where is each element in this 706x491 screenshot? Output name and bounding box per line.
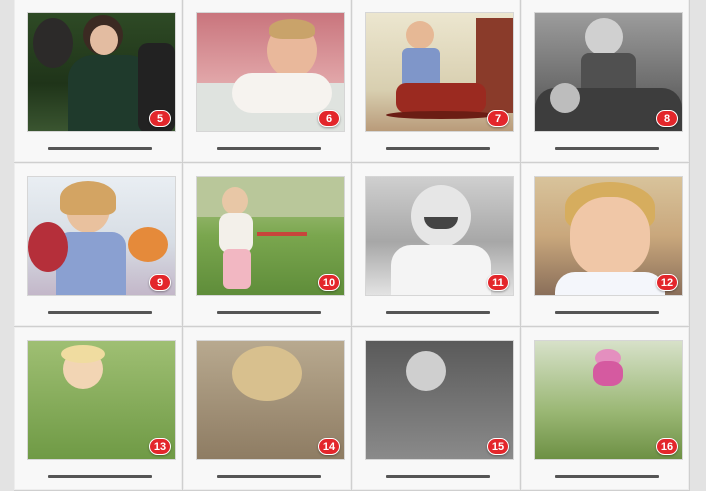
photo-shape	[28, 222, 68, 272]
photo-shape	[593, 361, 623, 386]
caption-line	[48, 311, 152, 314]
photo-shape	[128, 227, 168, 262]
photo-shape	[33, 18, 73, 68]
gallery-card[interactable]: 8	[521, 0, 690, 163]
gallery-card[interactable]: 11	[352, 163, 521, 327]
photo-shape	[60, 181, 116, 215]
photo-thumbnail[interactable]: 7	[365, 12, 514, 132]
photo-number-badge: 15	[487, 438, 509, 455]
photo-shape	[555, 272, 665, 295]
photo-thumbnail[interactable]: 6	[196, 12, 345, 132]
gallery-card[interactable]: 12	[521, 163, 690, 327]
caption-line	[48, 147, 152, 150]
caption-line	[386, 147, 490, 150]
photo-thumbnail[interactable]: 8	[534, 12, 683, 132]
caption-line	[217, 311, 321, 314]
gallery-card[interactable]: 16	[521, 327, 690, 491]
photo-shape	[406, 351, 446, 391]
gallery-card[interactable]: 14	[183, 327, 352, 491]
photo-shape	[402, 48, 440, 88]
photo-shape	[386, 111, 496, 119]
photo-number-badge: 10	[318, 274, 340, 291]
photo-thumbnail[interactable]: 9	[27, 176, 176, 296]
photo-shape	[396, 83, 486, 113]
gallery-card[interactable]: 5	[14, 0, 183, 163]
photo-thumbnail[interactable]: 16	[534, 340, 683, 460]
photo-shape	[411, 185, 471, 247]
photo-number-badge: 6	[318, 110, 340, 127]
photo-shape	[570, 197, 650, 277]
photo-thumbnail[interactable]: 10	[196, 176, 345, 296]
gallery-card[interactable]: 9	[14, 163, 183, 327]
photo-shape	[269, 19, 315, 39]
gallery-card[interactable]: 13	[14, 327, 183, 491]
photo-thumbnail[interactable]: 5	[27, 12, 176, 132]
caption-line	[555, 147, 659, 150]
photo-number-badge: 16	[656, 438, 678, 455]
photo-number-badge: 5	[149, 110, 171, 127]
photo-shape	[219, 213, 253, 253]
photo-shape	[197, 177, 344, 217]
photo-number-badge: 9	[149, 274, 171, 291]
photo-number-badge: 14	[318, 438, 340, 455]
photo-number-badge: 13	[149, 438, 171, 455]
photo-shape	[391, 245, 491, 295]
photo-shape	[232, 73, 332, 113]
photo-thumbnail[interactable]: 14	[196, 340, 345, 460]
gallery-card[interactable]: 6	[183, 0, 352, 163]
photo-shape	[406, 21, 434, 49]
caption-line	[48, 475, 152, 478]
photo-shape	[257, 232, 307, 236]
caption-line	[386, 475, 490, 478]
photo-thumbnail[interactable]: 15	[365, 340, 514, 460]
photo-shape	[222, 187, 248, 215]
photo-shape	[223, 249, 251, 289]
caption-line	[217, 147, 321, 150]
gallery-card[interactable]: 10	[183, 163, 352, 327]
photo-thumbnail[interactable]: 13	[27, 340, 176, 460]
photo-number-badge: 12	[656, 274, 678, 291]
photo-number-badge: 7	[487, 110, 509, 127]
photo-shape	[90, 25, 118, 55]
photo-shape	[61, 345, 105, 363]
photo-shape	[550, 83, 580, 113]
photo-shape	[585, 18, 623, 56]
caption-line	[386, 311, 490, 314]
photo-thumbnail[interactable]: 12	[534, 176, 683, 296]
gallery-card[interactable]: 15	[352, 327, 521, 491]
photo-shape	[232, 346, 302, 401]
caption-line	[217, 475, 321, 478]
photo-thumbnail[interactable]: 11	[365, 176, 514, 296]
photo-number-badge: 11	[487, 274, 509, 291]
gallery-card[interactable]: 7	[352, 0, 521, 163]
caption-line	[555, 311, 659, 314]
photo-grid: 12345678910111213141516	[14, 0, 690, 491]
photo-number-badge: 8	[656, 110, 678, 127]
caption-line	[555, 475, 659, 478]
